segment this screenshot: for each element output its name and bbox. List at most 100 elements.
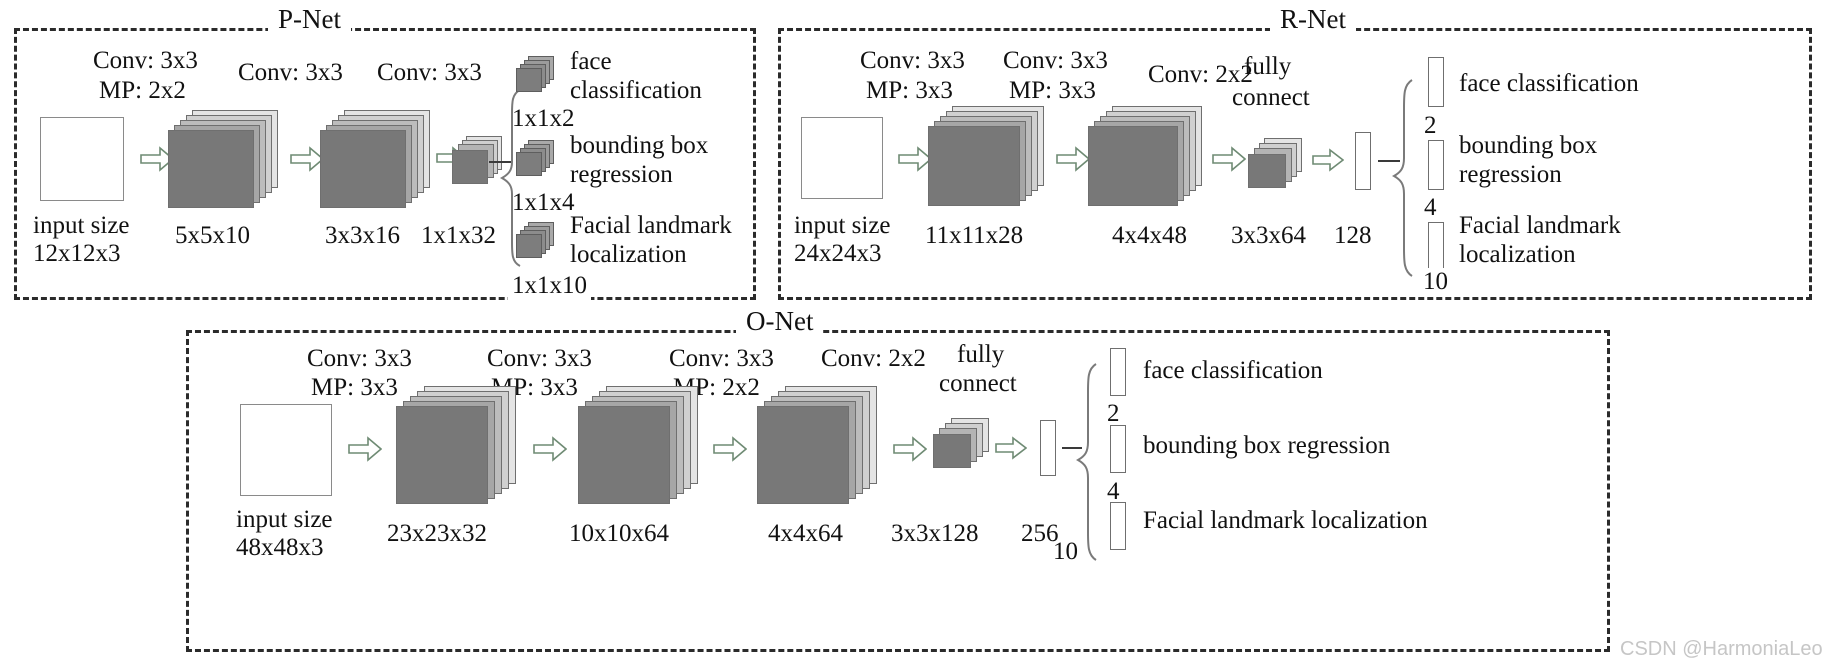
pnet-input-label-1: input size bbox=[33, 212, 130, 239]
watermark: CSDN @HarmoniaLeo bbox=[1620, 638, 1823, 660]
pnet-output-2-line2: localization bbox=[570, 240, 687, 268]
pnet-title: P-Net bbox=[268, 6, 351, 33]
pnet-output-cubes-0 bbox=[516, 56, 562, 96]
rnet-output-brace bbox=[1391, 78, 1414, 278]
onet-fc-label-1: fully bbox=[957, 341, 1005, 368]
onet-arrow-2 bbox=[533, 436, 568, 462]
onet-stack-4 bbox=[933, 418, 995, 474]
onet-op-1-conv: Conv: 3x3 bbox=[487, 345, 592, 372]
onet-stage-label-2: 4x4x64 bbox=[768, 520, 843, 547]
rnet-op-1-pool: MP: 3x3 bbox=[1009, 77, 1096, 104]
pnet-output-0-line1: face bbox=[570, 48, 612, 75]
rnet-output-2-size: 10 bbox=[1420, 268, 1451, 296]
onet-stage-label-3: 3x3x128 bbox=[891, 520, 979, 547]
rnet-op-0-pool: MP: 3x3 bbox=[866, 77, 953, 104]
rnet-output-1-line1: bounding box bbox=[1459, 132, 1598, 159]
rnet-stack-3 bbox=[1248, 138, 1308, 192]
rnet-title: R-Net bbox=[1270, 6, 1356, 33]
onet-op-3-conv: Conv: 2x2 bbox=[821, 345, 926, 372]
pnet-output-cubes-1 bbox=[516, 140, 562, 180]
rnet-op-1-conv: Conv: 3x3 bbox=[1003, 47, 1108, 74]
rnet-output-1-label: bounding box regression bbox=[1459, 132, 1597, 190]
onet-stack-3 bbox=[757, 386, 881, 508]
onet-arrow-4 bbox=[893, 436, 928, 462]
pnet-output-2-dims: 1x1x10 bbox=[508, 272, 591, 300]
rnet-output-bar-1 bbox=[1428, 140, 1444, 190]
rnet-stack-2 bbox=[1088, 106, 1206, 208]
rnet-output-1-line2: regression bbox=[1459, 160, 1562, 188]
onet-stack-1 bbox=[396, 386, 520, 508]
pnet-stack-1 bbox=[168, 110, 280, 210]
pnet-output-2-line1: Facial landmark bbox=[570, 212, 732, 239]
pnet-output-1-label: bounding box regression bbox=[570, 132, 708, 190]
pnet-stage-label-1: 3x3x16 bbox=[325, 222, 400, 249]
rnet-arrow-1 bbox=[898, 146, 933, 172]
onet-arrow-1 bbox=[348, 436, 383, 462]
pnet-output-2-label: Facial landmark localization bbox=[570, 212, 732, 270]
rnet-input-label-1: input size bbox=[794, 212, 891, 239]
rnet-arrow-4 bbox=[1312, 148, 1345, 172]
onet-op-0-pool: MP: 3x3 bbox=[311, 374, 398, 401]
onet-input-label-2: 48x48x3 bbox=[236, 534, 324, 561]
pnet-output-0-dims: 1x1x2 bbox=[512, 105, 575, 132]
rnet-stage-label-2: 3x3x64 bbox=[1231, 222, 1306, 249]
rnet-output-bar-0 bbox=[1428, 57, 1444, 107]
onet-arrow-3 bbox=[713, 436, 748, 462]
onet-op-2-conv: Conv: 3x3 bbox=[669, 345, 774, 372]
pnet-stage-label-0: 5x5x10 bbox=[175, 222, 250, 249]
rnet-fc-label-2: connect bbox=[1232, 84, 1310, 111]
rnet-fc-size: 128 bbox=[1334, 222, 1372, 249]
pnet-input-square bbox=[40, 117, 124, 201]
onet-output-1-label: bounding box regression bbox=[1143, 432, 1391, 459]
onet-stage-label-1: 10x10x64 bbox=[569, 520, 669, 547]
rnet-stage-label-1: 4x4x48 bbox=[1112, 222, 1187, 249]
rnet-output-2-label: Facial landmark localization bbox=[1459, 212, 1621, 270]
onet-op-0-conv: Conv: 3x3 bbox=[307, 345, 412, 372]
pnet-arrow-2 bbox=[290, 146, 325, 172]
rnet-fc-bar bbox=[1355, 132, 1371, 190]
rnet-op-0-conv: Conv: 3x3 bbox=[860, 47, 965, 74]
pnet-output-1-dims: 1x1x4 bbox=[512, 189, 575, 216]
pnet-output-cubes-2 bbox=[516, 222, 562, 262]
pnet-op-0-pool: MP: 2x2 bbox=[99, 77, 186, 104]
onet-output-bar-2 bbox=[1110, 502, 1126, 550]
rnet-arrow-3 bbox=[1212, 146, 1247, 172]
onet-fc-label-2: connect bbox=[939, 370, 1017, 397]
onet-output-brace bbox=[1075, 362, 1098, 562]
onet-output-bar-0 bbox=[1110, 348, 1126, 396]
onet-output-0-size: 2 bbox=[1107, 400, 1120, 427]
rnet-fc-label-1: fully bbox=[1244, 53, 1292, 80]
rnet-output-1-size: 4 bbox=[1424, 194, 1437, 221]
rnet-input-label-2: 24x24x3 bbox=[794, 240, 882, 267]
onet-output-2-size: 10 bbox=[1053, 538, 1078, 565]
onet-title: O-Net bbox=[736, 308, 824, 335]
rnet-output-0-size: 2 bbox=[1424, 112, 1437, 139]
rnet-output-bar-2 bbox=[1428, 222, 1444, 272]
pnet-op-0-conv: Conv: 3x3 bbox=[93, 47, 198, 74]
rnet-output-2-line1: Facial landmark bbox=[1459, 212, 1621, 239]
pnet-output-0-line2: classification bbox=[570, 76, 702, 104]
pnet-output-1-line1: bounding box bbox=[570, 132, 709, 159]
onet-arrow-5 bbox=[995, 436, 1028, 460]
onet-output-bar-1 bbox=[1110, 425, 1126, 473]
pnet-output-0-label: face classification bbox=[570, 48, 702, 106]
pnet-input-label-2: 12x12x3 bbox=[33, 240, 121, 267]
onet-stage-label-0: 23x23x32 bbox=[387, 520, 487, 547]
pnet-stage-label-2: 1x1x32 bbox=[421, 222, 496, 249]
pnet-op-2-conv: Conv: 3x3 bbox=[377, 59, 482, 86]
onet-fc-bar bbox=[1040, 420, 1056, 476]
onet-output-0-label: face classification bbox=[1143, 357, 1323, 384]
rnet-output-2-line2: localization bbox=[1459, 240, 1576, 268]
pnet-output-1-line2: regression bbox=[570, 160, 673, 188]
onet-input-label-1: input size bbox=[236, 506, 333, 533]
onet-stack-2 bbox=[578, 386, 702, 508]
rnet-stage-label-0: 11x11x28 bbox=[925, 222, 1024, 249]
onet-output-2-label: Facial landmark localization bbox=[1143, 507, 1428, 534]
pnet-stack-2 bbox=[320, 110, 432, 210]
rnet-arrow-2 bbox=[1056, 146, 1091, 172]
rnet-stack-1 bbox=[928, 106, 1048, 208]
rnet-input-square bbox=[801, 117, 883, 199]
onet-input-square bbox=[240, 404, 332, 496]
rnet-output-0-line1: face classification bbox=[1459, 70, 1639, 97]
pnet-op-1-conv: Conv: 3x3 bbox=[238, 59, 343, 86]
